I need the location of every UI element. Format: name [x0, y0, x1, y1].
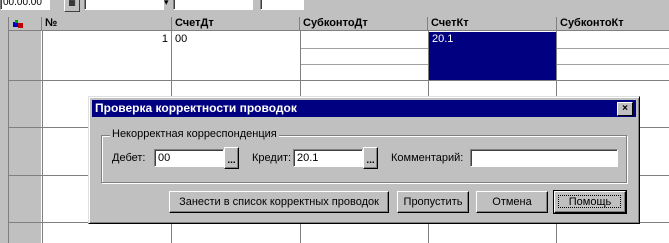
column-header-subkonto-kt[interactable]: СубконтоКт [557, 17, 669, 31]
toolbar-field-2[interactable] [84, 0, 164, 10]
add-to-correct-list-button[interactable]: Занести в список корректных проводок [169, 191, 389, 213]
grid-subline [301, 64, 428, 65]
comment-label: Комментарий: [391, 152, 464, 164]
column-header-subkonto-dt[interactable]: СубконтоДт [300, 17, 428, 31]
credit-picker-button[interactable]: ... [363, 147, 378, 169]
group-title: Некорректная корреспонденция [110, 128, 279, 140]
entry-row-icon [13, 20, 23, 28]
grid-line [42, 31, 43, 243]
help-button[interactable]: Помощь [553, 190, 627, 214]
skip-button[interactable]: Пропустить [397, 191, 469, 213]
calendar-icon[interactable]: ▦ [64, 0, 80, 12]
column-header-num[interactable]: № [42, 17, 172, 31]
check-entries-dialog: Проверка корректности проводок × Некорре… [88, 96, 640, 224]
grid-line [9, 80, 669, 81]
debit-input[interactable]: 00 [154, 149, 224, 167]
incorrect-correspondence-group: Некорректная корреспонденция Дебет: 00 .… [101, 128, 627, 183]
top-toolbar: 00.00.00 ▦ ▾ [0, 0, 669, 18]
credit-input[interactable]: 20.1 [293, 149, 363, 167]
grid-subline [557, 48, 669, 49]
cell-num[interactable]: 1 [42, 33, 168, 46]
debit-label: Дебет: [112, 152, 146, 164]
date-field[interactable]: 00.00.00 [0, 0, 50, 10]
credit-label: Кредит: [252, 152, 292, 164]
cell-schet-dt[interactable]: 00 [175, 33, 187, 46]
focus-rect [558, 195, 621, 208]
toolbar-field-4[interactable] [260, 0, 304, 10]
chevron-down-icon[interactable]: ▾ [164, 0, 169, 7]
row-selector-column [9, 31, 41, 243]
column-header-schet-kt[interactable]: СчетКт [428, 17, 557, 31]
grid-subline [557, 64, 669, 65]
cell-schet-kt[interactable]: 20.1 [432, 33, 453, 46]
toolbar-field-3[interactable] [173, 0, 253, 10]
cancel-button[interactable]: Отмена [476, 191, 548, 213]
close-button[interactable]: × [617, 102, 633, 116]
column-header-schet-dt[interactable]: СчетДт [172, 17, 300, 31]
grid-subline [301, 48, 428, 49]
comment-input[interactable] [470, 149, 618, 167]
debit-picker-button[interactable]: ... [224, 147, 239, 169]
dialog-titlebar[interactable]: Проверка корректности проводок × [92, 100, 636, 117]
dialog-title: Проверка корректности проводок [95, 101, 297, 115]
